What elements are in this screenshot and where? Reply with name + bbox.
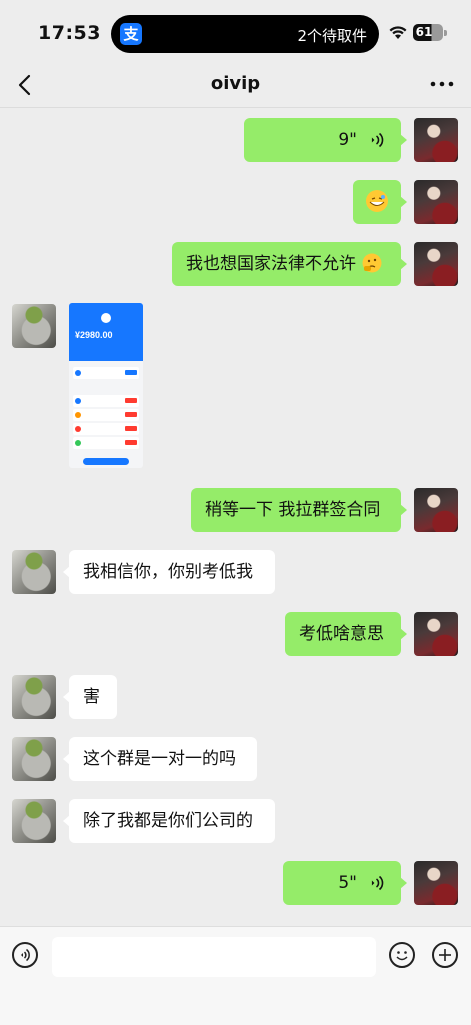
screenshot-header: ¥2980.00 (69, 303, 143, 361)
screenshot-row (73, 423, 139, 435)
alipay-icon: 支 (120, 23, 142, 45)
voice-duration: 9" (338, 130, 357, 150)
status-time: 17:53 (38, 22, 101, 44)
voice-message-bubble[interactable]: 5" (283, 861, 407, 905)
message-text: 我相信你，你别考低我 (83, 562, 253, 582)
status-bar: 17:53 支 2个待取件 61 (0, 0, 471, 64)
more-dots-icon[interactable] (427, 72, 457, 96)
message-text: 考低啥意思 (299, 624, 384, 644)
wifi-icon (389, 26, 407, 39)
voice-toggle-icon[interactable] (12, 942, 38, 968)
contact-avatar[interactable] (12, 675, 56, 719)
text-message-bubble[interactable]: 这个群是一对一的吗 (63, 737, 257, 781)
screenshot-logo-icon (101, 313, 111, 323)
battery-level: 61 (415, 25, 433, 39)
text-message-bubble[interactable]: 我相信你，你别考低我 (63, 550, 275, 594)
screenshot-row (73, 409, 139, 421)
header-divider (0, 107, 471, 108)
text-message-bubble[interactable]: 稍等一下 我拉群签合同 (191, 488, 407, 532)
dynamic-island-alipay-activity[interactable]: 支 2个待取件 (111, 15, 379, 53)
text-message-bubble[interactable]: 我也想国家法律不允许 (172, 242, 407, 286)
message-text: 除了我都是你们公司的 (83, 811, 253, 831)
message-text: 稍等一下 我拉群签合同 (205, 500, 381, 520)
text-message-bubble[interactable]: 除了我都是你们公司的 (63, 799, 275, 843)
plus-icon[interactable] (432, 942, 458, 968)
chat-title: oivip (210, 73, 261, 94)
screenshot-row (73, 367, 139, 379)
my-avatar[interactable] (414, 118, 458, 162)
my-avatar[interactable] (414, 180, 458, 224)
voice-message-bubble[interactable]: 9" (244, 118, 407, 162)
contact-avatar[interactable] (12, 799, 56, 843)
voice-wave-icon (371, 875, 384, 891)
message-input[interactable] (52, 937, 376, 977)
voice-wave-icon (371, 132, 384, 148)
text-message-bubble[interactable]: 害 (63, 675, 117, 719)
emoji-message-bubble[interactable] (353, 180, 407, 224)
chat-input-bar (0, 926, 471, 1025)
screenshot-button (83, 458, 129, 465)
message-text: 我也想国家法律不允许 (186, 254, 356, 274)
my-avatar[interactable] (414, 488, 458, 532)
chat-header: oivip (0, 64, 471, 108)
contact-avatar[interactable] (12, 550, 56, 594)
my-avatar[interactable] (414, 242, 458, 286)
emoji-icon[interactable] (389, 942, 415, 968)
screenshot-row (73, 437, 139, 449)
message-text: 这个群是一对一的吗 (83, 749, 236, 769)
voice-duration: 5" (338, 873, 357, 893)
grimace-emoji-icon (366, 190, 388, 212)
screenshot-row (73, 395, 139, 407)
my-avatar[interactable] (414, 861, 458, 905)
contact-avatar[interactable] (12, 304, 56, 348)
screenshot-amount: ¥2980.00 (75, 330, 113, 340)
contact-avatar[interactable] (12, 737, 56, 781)
thinking-emoji-icon (362, 253, 382, 273)
payment-screenshot-image[interactable]: ¥2980.00 (69, 303, 143, 468)
battery-icon: 61 (413, 24, 447, 41)
text-message-bubble[interactable]: 考低啥意思 (285, 612, 407, 656)
island-package-text: 2个待取件 (297, 27, 367, 45)
my-avatar[interactable] (414, 612, 458, 656)
message-text: 害 (83, 687, 100, 707)
